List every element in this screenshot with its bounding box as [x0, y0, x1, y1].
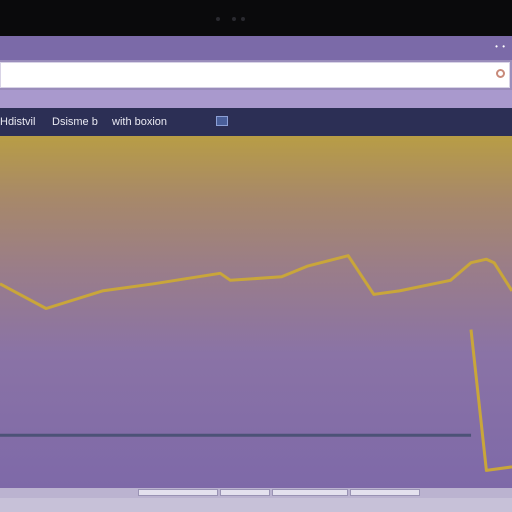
toolbar-item-3[interactable]: with boxion — [112, 116, 167, 128]
toolbar: Hdistvil Dsisme b with boxion — [0, 108, 512, 136]
toolbar-item-1[interactable]: Hdistvil — [0, 116, 35, 128]
series-line-1 — [0, 254, 512, 310]
address-bar[interactable] — [0, 62, 510, 88]
address-row — [0, 60, 512, 90]
toolbar-toggle-button[interactable] — [216, 116, 228, 126]
reload-icon[interactable] — [496, 69, 505, 78]
sensor-icon — [232, 17, 236, 21]
toolbar-item-2[interactable]: Dsisme b — [52, 116, 98, 128]
window-title-bar: • • — [0, 36, 512, 60]
bottom-tab[interactable] — [138, 489, 218, 496]
monitor-bezel-top — [0, 0, 512, 36]
bottom-tab[interactable] — [350, 489, 420, 496]
window-menu-icon[interactable]: • • — [495, 42, 506, 51]
bottom-tab[interactable] — [220, 489, 270, 496]
chart-area — [0, 136, 512, 488]
tab-strip — [0, 90, 512, 108]
sensor-icon — [241, 17, 245, 21]
monitor-bezel-bottom — [0, 498, 512, 512]
bottom-tab[interactable] — [272, 489, 348, 496]
series-line-2 — [469, 329, 512, 472]
camera-icon — [216, 17, 220, 21]
line-chart — [0, 254, 512, 472]
bottom-tab-bar — [0, 488, 512, 498]
